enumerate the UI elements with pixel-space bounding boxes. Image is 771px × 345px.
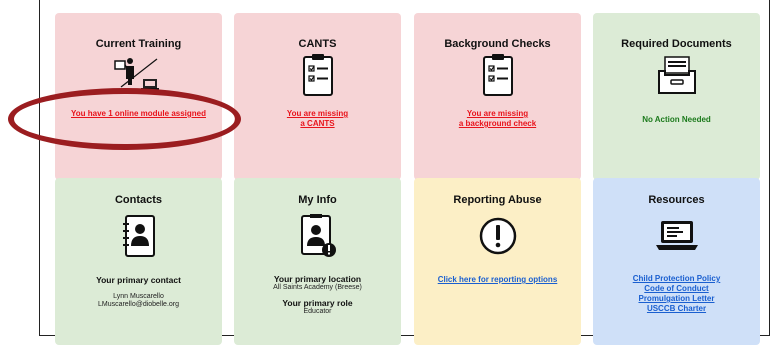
id-card-alert-icon — [298, 214, 338, 260]
tile-cants[interactable]: CANTS You are missing a CANTS — [234, 13, 401, 180]
cants-missing-link-line1[interactable]: You are missing — [234, 109, 401, 119]
tile-title: Contacts — [114, 194, 163, 206]
tile-title: My Info — [298, 194, 337, 206]
primary-role-value: Educator — [303, 308, 332, 315]
resource-link-child-protection[interactable]: Child Protection Policy — [593, 274, 760, 284]
tile-title: Current Training — [95, 38, 182, 50]
tile-reporting-abuse[interactable]: Reporting Abuse Click here for reporting… — [414, 178, 581, 345]
tile-title: Background Checks — [444, 38, 551, 50]
primary-role-heading: Your primary role — [282, 298, 353, 308]
tile-background-checks[interactable]: Background Checks You are missing a back… — [414, 13, 581, 180]
exclamation-circle-icon — [478, 216, 518, 256]
resource-link-code-of-conduct[interactable]: Code of Conduct — [593, 284, 760, 294]
training-module-link[interactable]: You have 1 online module assigned — [55, 109, 222, 119]
file-drawer-icon — [655, 53, 699, 97]
laptop-document-icon — [654, 218, 700, 254]
documents-status: No Action Needed — [642, 115, 711, 124]
tile-my-info[interactable]: My Info Your primary location All Saints… — [234, 178, 401, 345]
reporting-options-link[interactable]: Click here for reporting options — [414, 275, 581, 285]
tile-resources[interactable]: Resources Child Protection Policy Code o… — [593, 178, 760, 345]
primary-contact-name: Lynn Muscarello — [113, 293, 164, 300]
clipboard-checklist-icon — [302, 53, 334, 97]
teacher-laptop-icon — [113, 55, 165, 95]
resource-link-promulgation-letter[interactable]: Promulgation Letter — [593, 294, 760, 304]
cants-missing-link-line2[interactable]: a CANTS — [234, 119, 401, 129]
dashboard-frame: Current Training You have 1 online modul… — [39, 0, 770, 345]
background-missing-link-line2[interactable]: a background check — [414, 119, 581, 129]
tile-title: CANTS — [298, 38, 337, 50]
tile-title: Reporting Abuse — [453, 194, 542, 206]
primary-location-value: All Saints Academy (Breese) — [273, 284, 362, 291]
tile-title: Resources — [648, 194, 705, 206]
tile-contacts[interactable]: Contacts Your primary contact Lynn Musca… — [55, 178, 222, 345]
tile-required-documents[interactable]: Required Documents No Action Needed — [593, 13, 760, 180]
primary-location-heading: Your primary location — [273, 274, 362, 284]
clipboard-checklist-icon — [482, 53, 514, 97]
address-book-icon — [120, 214, 158, 258]
background-missing-link-line1[interactable]: You are missing — [414, 109, 581, 119]
primary-contact-heading: Your primary contact — [96, 275, 181, 285]
resource-link-usccb-charter[interactable]: USCCB Charter — [593, 304, 760, 314]
tile-current-training[interactable]: Current Training You have 1 online modul… — [55, 13, 222, 180]
tile-title: Required Documents — [621, 38, 732, 50]
primary-contact-email: LMuscarello@diobelle.org — [97, 301, 180, 308]
